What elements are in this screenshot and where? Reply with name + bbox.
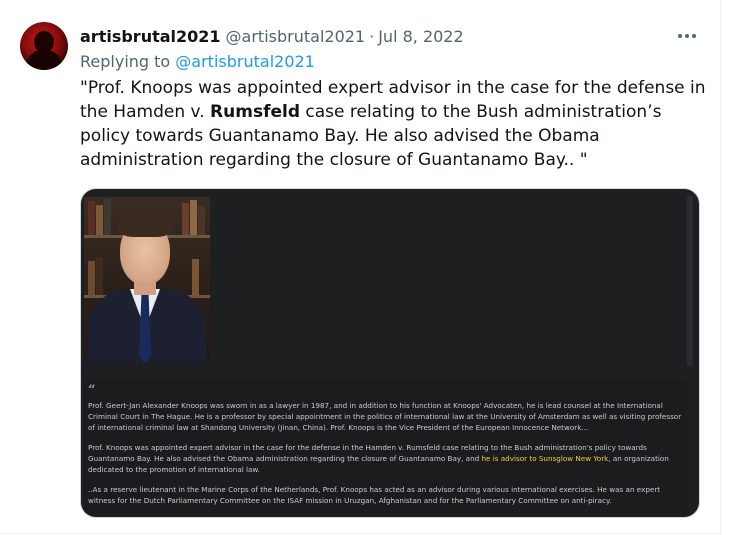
hair (118, 213, 172, 237)
bio-paragraph-1: Prof. Geert-Jan Alexander Knoops was swo… (88, 401, 682, 432)
bio-paragraph-2: Prof. Knoops was appointed expert adviso… (88, 442, 683, 475)
tweet-media-image[interactable]: “ Prof. Geert-Jan Alexander Knoops was s… (80, 188, 700, 518)
book (190, 200, 197, 235)
bio-highlight: he is advisor to Sunsglow New York (481, 454, 609, 463)
book (192, 259, 199, 295)
book (88, 261, 95, 295)
quote-mark-icon: “ (88, 383, 96, 398)
screenshot-scrollbar (687, 195, 693, 367)
portrait-photo (84, 197, 210, 362)
book (96, 257, 103, 295)
more-dot (692, 34, 696, 38)
avatar[interactable] (20, 22, 68, 70)
tweet-text: "Prof. Knoops was appointed expert advis… (80, 76, 710, 172)
quoted-bio-panel: “ Prof. Geert-Jan Alexander Knoops was s… (84, 379, 687, 514)
header-separator: · (369, 26, 375, 46)
bio-paragraph-3: ..As a reserve lieutenant in the Marine … (88, 485, 661, 505)
avatar-silhouette-body (26, 50, 62, 70)
book (104, 199, 111, 235)
more-horizontal-icon[interactable] (676, 26, 698, 46)
book (96, 205, 103, 235)
replying-to: Replying to @artisbrutal2021 (80, 52, 315, 71)
timeline-border (720, 0, 721, 535)
tweet-date[interactable]: Jul 8, 2022 (378, 27, 463, 46)
replying-to-handle[interactable]: @artisbrutal2021 (175, 52, 315, 71)
tweet-text-bold: Rumsfeld (210, 102, 300, 122)
more-dot (678, 34, 682, 38)
book (182, 203, 189, 235)
replying-to-label: Replying to (80, 52, 171, 71)
book (88, 201, 95, 235)
book (198, 206, 205, 235)
display-name[interactable]: artisbrutal2021 (80, 27, 221, 46)
tweet-header: artisbrutal2021 @artisbrutal2021 · Jul 8… (80, 25, 464, 47)
user-handle[interactable]: @artisbrutal2021 (226, 27, 366, 46)
tweet-divider (0, 533, 720, 534)
more-dot (685, 34, 689, 38)
